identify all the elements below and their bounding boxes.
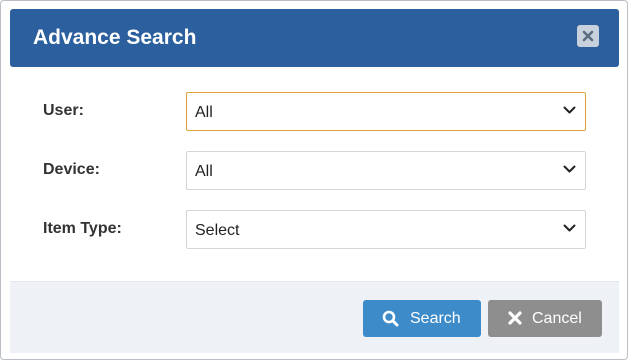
close-icon <box>582 30 594 42</box>
search-button-label: Search <box>410 310 461 327</box>
user-select[interactable]: All <box>186 92 586 131</box>
chevron-down-icon <box>563 106 576 114</box>
advance-search-dialog: Advance Search User: All Device: All Ite… <box>0 0 628 360</box>
user-select-value: All <box>195 104 213 121</box>
close-icon <box>508 311 522 325</box>
dialog-footer: Search Cancel <box>10 281 619 353</box>
dialog-header: Advance Search <box>10 9 619 67</box>
item-type-row: Item Type: Select <box>1 210 627 250</box>
user-row: User: All <box>1 92 627 132</box>
item-type-select[interactable]: Select <box>186 210 586 249</box>
dialog-title: Advance Search <box>33 26 197 49</box>
user-label: User: <box>43 102 84 119</box>
cancel-button[interactable]: Cancel <box>488 300 602 337</box>
item-type-select-value: Select <box>195 222 240 239</box>
device-select[interactable]: All <box>186 151 586 190</box>
device-select-value: All <box>195 163 213 180</box>
item-type-label: Item Type: <box>43 220 122 237</box>
device-row: Device: All <box>1 151 627 191</box>
device-label: Device: <box>43 161 100 178</box>
chevron-down-icon <box>563 165 576 173</box>
cancel-button-label: Cancel <box>532 310 582 327</box>
search-icon <box>382 310 399 327</box>
close-button[interactable] <box>577 25 599 47</box>
chevron-down-icon <box>563 224 576 232</box>
search-button[interactable]: Search <box>363 300 481 337</box>
